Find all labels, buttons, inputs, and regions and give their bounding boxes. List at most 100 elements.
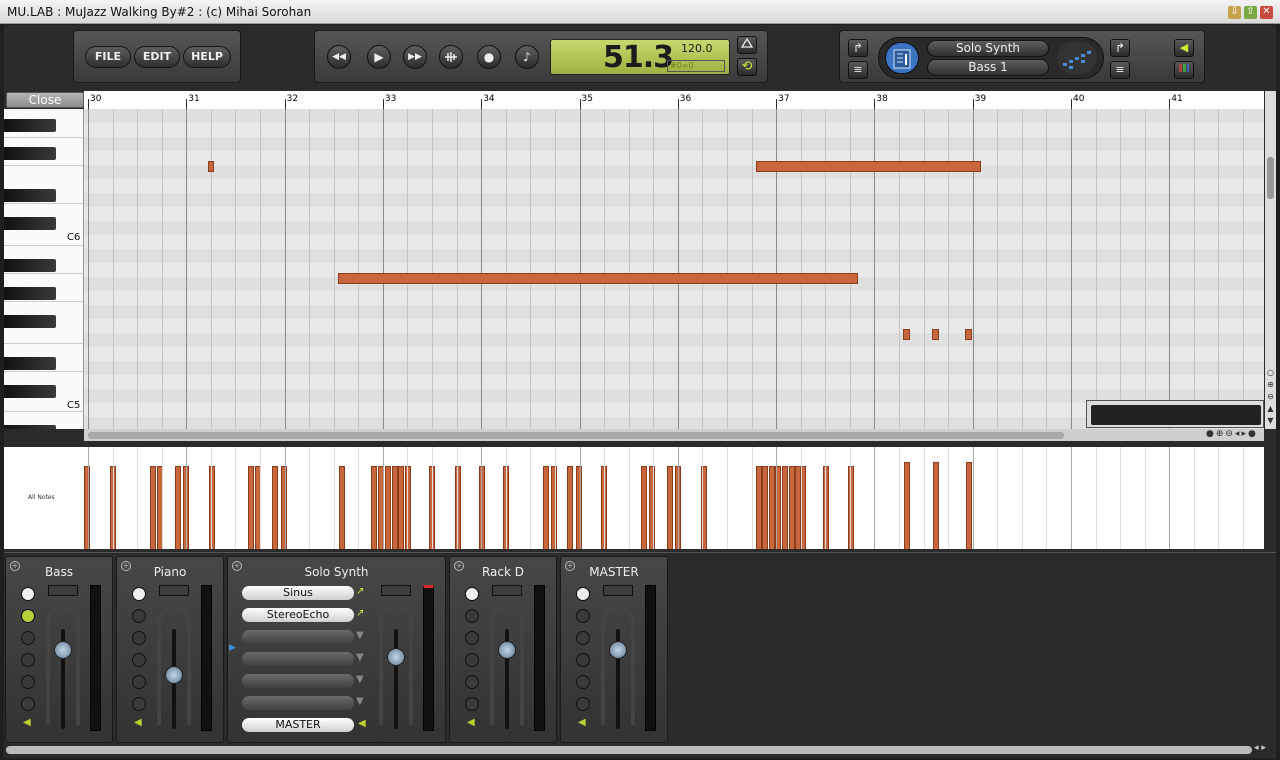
volume-fader-knob[interactable] <box>387 648 405 666</box>
send-dot[interactable] <box>21 697 35 711</box>
note[interactable] <box>965 329 972 340</box>
velocity-bar[interactable] <box>175 466 181 549</box>
black-key[interactable] <box>4 287 56 300</box>
edit-button[interactable]: EDIT <box>134 46 180 68</box>
note[interactable] <box>932 329 939 340</box>
velocity-bar[interactable] <box>904 462 910 549</box>
channel-name[interactable]: Bass <box>6 565 112 579</box>
vertical-scroll-thumb[interactable] <box>1267 157 1274 199</box>
black-key[interactable] <box>4 147 56 160</box>
zoom-h-controls[interactable]: ●⊕⊖◂▸● <box>1206 429 1264 441</box>
send-dot[interactable] <box>21 653 35 667</box>
dropdown-icon[interactable]: ▼ <box>356 696 364 707</box>
send-dot[interactable] <box>576 609 590 623</box>
black-key[interactable] <box>4 357 56 370</box>
vertical-scrollbar[interactable]: ○ ⊕ ⊖ ▲ ▼ <box>1265 91 1276 429</box>
instrument-name[interactable]: Solo Synth <box>927 40 1049 57</box>
metronome-button[interactable]: ♪ <box>515 45 539 69</box>
send-dot[interactable] <box>465 697 479 711</box>
mixer-scroll-arrows[interactable]: ◂ ▸ <box>1254 743 1266 753</box>
channel-name[interactable]: Rack D <box>450 565 556 579</box>
send-dot[interactable] <box>465 631 479 645</box>
send-dot[interactable] <box>576 631 590 645</box>
velocity-bar[interactable] <box>248 466 254 549</box>
volume-fader-knob[interactable] <box>498 641 516 659</box>
black-key[interactable] <box>4 425 56 429</box>
black-key[interactable] <box>4 189 56 202</box>
velocity-bar[interactable] <box>762 466 768 549</box>
velocity-bar[interactable] <box>385 466 391 549</box>
send-dot[interactable] <box>132 609 146 623</box>
part-name[interactable]: Bass 1 <box>927 59 1049 76</box>
effect-slot[interactable] <box>242 696 354 710</box>
velocity-lane[interactable]: All Notes <box>4 447 1264 549</box>
black-key[interactable] <box>4 259 56 272</box>
channel-name[interactable]: MASTER <box>561 565 667 579</box>
piano-keyboard[interactable]: C6 C5 <box>4 109 84 429</box>
dropdown-icon[interactable]: ▼ <box>356 652 364 663</box>
rewind-button[interactable]: ◀◀ <box>327 45 351 69</box>
send-dot[interactable] <box>132 587 146 601</box>
send-dot[interactable] <box>21 609 35 623</box>
minimize-button[interactable]: ⇩ <box>1228 6 1241 19</box>
black-key[interactable] <box>4 385 56 398</box>
effect-slot[interactable] <box>242 630 354 644</box>
velocity-bar[interactable] <box>339 466 345 549</box>
pan-indicator[interactable] <box>603 585 633 596</box>
velocity-bar[interactable] <box>371 466 377 549</box>
loop-icon[interactable]: ⟲ <box>737 58 757 76</box>
volume-fader-knob[interactable] <box>609 641 627 659</box>
velocity-bar[interactable] <box>84 466 90 549</box>
close-window-button[interactable]: ✕ <box>1260 6 1273 19</box>
note[interactable] <box>208 161 214 172</box>
black-key[interactable] <box>4 119 56 132</box>
send-dot[interactable] <box>576 587 590 601</box>
waveform-icon[interactable] <box>439 45 463 69</box>
mute-speaker-icon[interactable]: ◀ <box>23 717 36 730</box>
velocity-bar[interactable] <box>966 462 972 549</box>
mute-speaker-icon[interactable]: ◀ <box>578 717 591 730</box>
black-key[interactable] <box>4 315 56 328</box>
synth-module-icon[interactable] <box>885 42 919 74</box>
velocity-bar[interactable] <box>641 466 647 549</box>
zoom-controls[interactable]: ○ ⊕ ⊖ ▲ ▼ <box>1265 367 1276 427</box>
velocity-bar[interactable] <box>398 466 404 549</box>
send-dot[interactable] <box>576 653 590 667</box>
pan-indicator[interactable] <box>492 585 522 596</box>
pattern-icon[interactable] <box>1057 42 1097 74</box>
effect-slot[interactable]: Sinus <box>242 586 354 600</box>
effect-slot[interactable] <box>242 652 354 666</box>
velocity-bar[interactable] <box>782 466 788 549</box>
color-bars-icon[interactable] <box>1174 61 1194 79</box>
send-dot[interactable] <box>465 587 479 601</box>
send-dot[interactable] <box>132 653 146 667</box>
speaker-icon[interactable]: ◀ <box>1174 39 1194 57</box>
velocity-bar[interactable] <box>667 466 673 549</box>
channel-name[interactable]: Piano <box>117 565 223 579</box>
send-dot[interactable] <box>465 609 479 623</box>
black-key[interactable] <box>4 217 56 230</box>
send-dot[interactable] <box>21 675 35 689</box>
effect-slot[interactable] <box>242 674 354 688</box>
horizontal-scroll-thumb[interactable] <box>88 432 1064 439</box>
mute-speaker-icon[interactable]: ◀ <box>358 718 371 731</box>
mixer-scrollbar[interactable] <box>6 746 1252 754</box>
effect-slot[interactable]: StereoEcho <box>242 608 354 622</box>
piano-roll-grid[interactable] <box>84 109 1264 429</box>
effect-edit-icon[interactable]: ↗ <box>356 586 364 597</box>
send-dot[interactable] <box>132 631 146 645</box>
note[interactable] <box>903 329 910 340</box>
list-icon[interactable]: ≡ <box>848 61 868 79</box>
pan-indicator[interactable] <box>381 585 411 596</box>
velocity-bar[interactable] <box>272 466 278 549</box>
triangle-icon[interactable] <box>737 36 757 54</box>
mute-speaker-icon[interactable]: ◀ <box>467 717 480 730</box>
send-dot[interactable] <box>132 675 146 689</box>
output-routing[interactable]: MASTER <box>242 718 354 732</box>
redirect-icon[interactable]: ↱ <box>848 39 868 57</box>
velocity-bar[interactable] <box>933 462 939 549</box>
velocity-bar[interactable] <box>150 466 156 549</box>
send-dot[interactable] <box>21 631 35 645</box>
tempo-value[interactable]: 120.0 <box>681 42 713 55</box>
file-button[interactable]: FILE <box>85 46 131 68</box>
